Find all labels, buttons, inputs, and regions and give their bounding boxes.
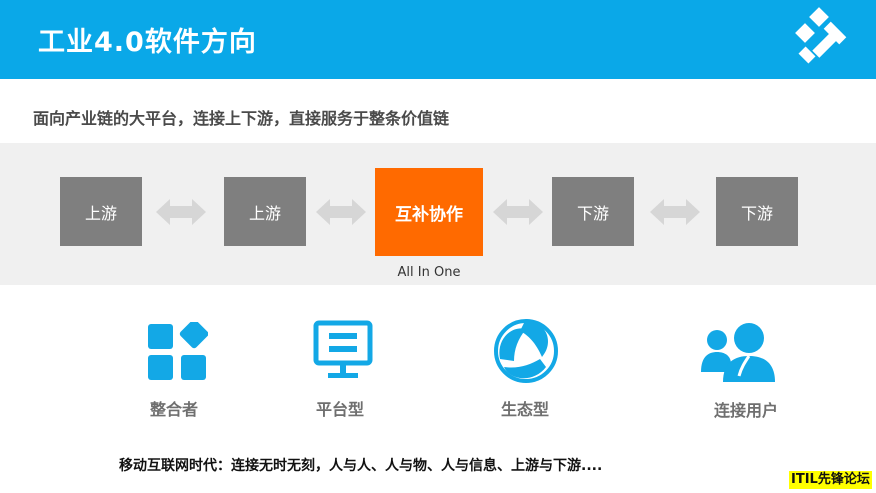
center-caption: All In One [397,265,461,280]
flow-box-upstream-1: 上游 [60,177,142,246]
double-arrow-icon [156,199,206,225]
logo-icon [795,7,847,64]
double-arrow-icon [650,199,700,225]
page-title: 工业4.0软件方向 [38,27,257,58]
watermark: ITIL先锋论坛 [789,471,872,489]
flow-box-downstream-2: 下游 [716,177,798,246]
ecology-leaves-icon [494,319,558,383]
flow-box-upstream-2: 上游 [224,177,306,246]
flow-box-collaboration: 互补协作 [375,168,483,256]
double-arrow-icon [316,199,366,225]
flow-box-downstream-1: 下游 [552,177,634,246]
users-icon [701,323,775,382]
icon-label-users: 连接用户 [713,401,778,420]
footer-note: 移动互联网时代：连接无时无刻，人与人、人与物、人与信息、上游与下游.... [119,458,603,474]
icon-label-integrator: 整合者 [149,400,198,419]
header-bar: 工业4.0软件方向 [0,0,876,79]
monitor-icon [313,320,373,378]
icon-label-platform: 平台型 [315,400,364,419]
grid-blocks-icon [148,322,208,380]
icon-label-ecology: 生态型 [500,400,549,419]
subtitle: 面向产业链的大平台，连接上下游，直接服务于整条价值链 [33,109,450,128]
double-arrow-icon [493,199,543,225]
